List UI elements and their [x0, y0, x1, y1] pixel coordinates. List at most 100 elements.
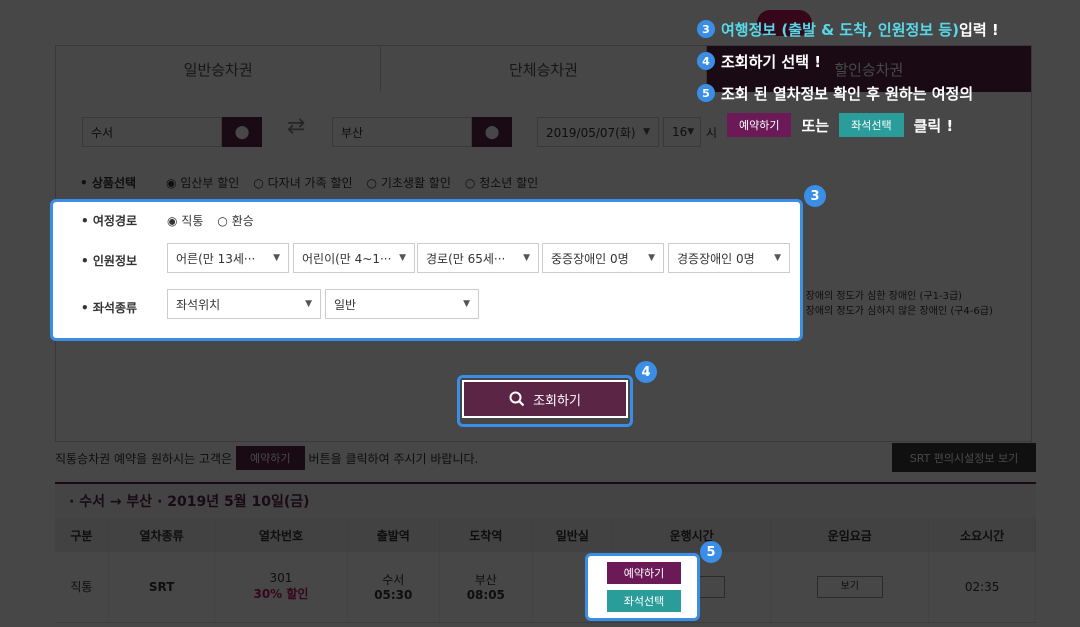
date-value: 2019/05/07(화): [546, 125, 636, 140]
legend-step-5: 5 조회 된 열차정보 확인 후 원하는 여정의: [697, 82, 999, 104]
col-train: 열차종류: [108, 518, 216, 552]
tab-group[interactable]: 단체승차권: [381, 46, 707, 92]
disability-notes: '중증' : 장애의 정도가 심한 장애인 (구1-3급) '경증' : 장애의…: [772, 289, 993, 319]
product-option[interactable]: ○ 다자녀 가족 할인: [253, 174, 352, 191]
legend-reserve-tag: 예약하기: [727, 113, 792, 137]
product-option[interactable]: ○ 기초생활 할인: [367, 174, 451, 191]
departure-map-button[interactable]: ⬤: [222, 117, 262, 147]
step-4-badge: 4: [635, 361, 657, 383]
legend-step-4: 4 조회하기 선택 !: [697, 50, 999, 72]
arr-time: 08:05: [466, 588, 505, 603]
instruction-legend: 3 여행정보 (출발 & 도착, 인원정보 등) 입력 ! 4 조회하기 선택 !…: [697, 18, 999, 146]
cell-number: 301 30% 할인: [214, 552, 348, 623]
legend-click: 클릭 !: [913, 116, 954, 135]
pin-icon: ⬤: [484, 124, 500, 140]
legend-num-3: 3: [697, 20, 715, 38]
adult-value: 어른(만 13세···: [176, 251, 256, 266]
notice-text: 직통승차권 예약을 원하시는 고객은: [55, 451, 233, 466]
chevron-down-icon: ▼: [273, 253, 280, 263]
chevron-down-icon: ▼: [399, 253, 406, 263]
cell-duration: 02:35: [928, 552, 1036, 623]
hour-select[interactable]: 16 ▼: [663, 117, 701, 147]
train-number: 301: [269, 571, 293, 586]
pin-icon: ⬤: [234, 124, 250, 140]
trip-option-direct[interactable]: ◉ 직통: [167, 212, 203, 229]
arr-station: 부산: [474, 573, 497, 588]
reserve-notice: 직통승차권 예약을 원하시는 고객은 예약하기 버튼을 클릭하여 주시기 바랍니…: [55, 446, 478, 470]
severe-value: 중증장애인 0명: [551, 251, 629, 266]
senior-value: 경로(만 65세···: [426, 251, 506, 266]
senior-select[interactable]: 경로(만 65세··· ▼: [417, 243, 539, 273]
search-icon: [509, 391, 525, 407]
child-value: 어린이(만 4~1···: [302, 251, 392, 266]
cell-type: 직통: [55, 552, 109, 623]
mild-disability-select[interactable]: 경증장애인 0명 ▼: [668, 243, 790, 273]
table-row: 직통 SRT 30130% 할인 수서05:30 부산08:05 보기 보기 0…: [55, 552, 1036, 623]
trip-options: ◉ 직통 ○ 환승: [167, 212, 254, 229]
col-schedule: 운행시간: [612, 518, 772, 552]
col-type: 구분: [55, 518, 109, 552]
search-button[interactable]: 조회하기: [462, 380, 628, 418]
col-duration: 소요시간: [928, 518, 1036, 552]
cell-arrival: 부산 08:05: [439, 552, 533, 623]
product-options: ◉ 임산부 할인 ○ 다자녀 가족 할인 ○ 기초생활 할인 ○ 청소년 할인: [166, 174, 538, 191]
chevron-down-icon: ▼: [648, 253, 655, 263]
date-select[interactable]: 2019/05/07(화) ▼: [537, 117, 659, 147]
legend-step-5-text: 조회 된 열차정보 확인 후 원하는 여정의: [721, 84, 974, 103]
notice-text: 버튼을 클릭하여 주시기 바랍니다.: [308, 451, 479, 466]
swap-icon[interactable]: ⇄: [287, 114, 305, 139]
search-button-label: 조회하기: [533, 393, 581, 409]
cell-departure: 수서 05:30: [347, 552, 441, 623]
cell-fare: 보기: [770, 552, 930, 623]
seat-position-select[interactable]: 좌석위치 ▼: [167, 289, 321, 319]
legend-step-3-text: 여행정보 (출발 & 도착, 인원정보 등): [721, 20, 960, 39]
col-fare: 운임요금: [770, 518, 930, 552]
dep-time: 05:30: [374, 588, 413, 603]
col-arrival: 도착역: [439, 518, 533, 552]
discount-label: 30% 할인: [253, 587, 309, 602]
seat-class-value: 일반: [334, 297, 357, 312]
seat-position-value: 좌석위치: [176, 297, 221, 312]
legend-step-3-suffix: 입력 !: [959, 20, 999, 39]
table-header: 구분 열차종류 열차번호 출발역 도착역 일반실 운행시간 운임요금 소요시간: [55, 518, 1036, 552]
product-option[interactable]: ○ 청소년 할인: [465, 174, 538, 191]
chevron-down-icon: ▼: [463, 299, 470, 309]
chevron-down-icon: ▼: [643, 127, 650, 137]
legend-step-4-text: 조회하기 선택 !: [721, 52, 822, 71]
reserve-button[interactable]: 예약하기: [607, 562, 681, 584]
adult-select[interactable]: 어른(만 13세··· ▼: [167, 243, 289, 273]
cell-train: SRT: [108, 552, 216, 623]
trip-option-transfer[interactable]: ○ 환승: [217, 212, 253, 229]
legend-num-5: 5: [697, 84, 715, 102]
facility-info-button[interactable]: SRT 편의시설정보 보기: [892, 443, 1036, 472]
seat-class-select[interactable]: 일반 ▼: [325, 289, 479, 319]
legend-seat-tag: 좌석선택: [839, 113, 904, 137]
route-title: · 수서 → 부산 · 2019년 5월 10일(금): [55, 484, 1036, 518]
col-departure: 출발역: [347, 518, 441, 552]
reserve-highlight: 예약하기 좌석선택: [585, 553, 700, 621]
chevron-down-icon: ▼: [687, 127, 695, 137]
seat-select-button[interactable]: 좌석선택: [607, 590, 681, 612]
arrival-map-button[interactable]: ⬤: [472, 117, 512, 147]
result-table: · 수서 → 부산 · 2019년 5월 10일(금) 구분 열차종류 열차번호…: [55, 482, 1036, 627]
passenger-info-highlight: • 여정경로 ◉ 직통 ○ 환승 • 인원정보 어른(만 13세··· ▼ 어린이…: [50, 199, 803, 341]
fare-view-button[interactable]: 보기: [816, 575, 883, 598]
note-severe: '중증' : 장애의 정도가 심한 장애인 (구1-3급): [772, 291, 963, 302]
col-number: 열차번호: [214, 518, 348, 552]
child-select[interactable]: 어린이(만 4~1··· ▼: [293, 243, 415, 273]
step-5-badge: 5: [700, 541, 722, 563]
departure-input[interactable]: 수서: [82, 117, 222, 147]
chevron-down-icon: ▼: [774, 253, 781, 263]
product-label: • 상품선택: [80, 176, 137, 190]
passenger-label: • 인원정보: [81, 254, 138, 268]
product-option[interactable]: ◉ 임산부 할인: [166, 174, 239, 191]
note-mild: '경증' : 장애의 정도가 심하지 않은 장애인 (구4-6급): [772, 306, 993, 317]
hour-value: 16: [672, 125, 688, 139]
col-general-seat: 일반실: [532, 518, 614, 552]
mild-value: 경증장애인 0명: [677, 251, 755, 266]
severe-disability-select[interactable]: 중증장애인 0명 ▼: [542, 243, 664, 273]
chevron-down-icon: ▼: [305, 299, 312, 309]
arrival-input[interactable]: 부산: [332, 117, 472, 147]
step-3-badge: 3: [804, 185, 826, 207]
tab-general[interactable]: 일반승차권: [56, 46, 382, 92]
